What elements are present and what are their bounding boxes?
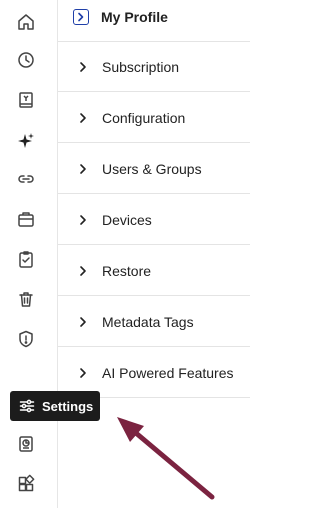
clipboard-check-icon[interactable] — [14, 247, 38, 271]
menu-item-my-profile[interactable]: My Profile — [58, 0, 250, 42]
menu-item-metadata-tags[interactable]: Metadata Tags — [58, 297, 250, 347]
menu-item-subscription[interactable]: Subscription — [58, 42, 250, 92]
settings-label: Settings — [42, 398, 94, 414]
chevron-right-icon — [73, 8, 89, 25]
apps-icon[interactable] — [14, 472, 38, 496]
menu-item-configuration[interactable]: Configuration — [58, 93, 250, 143]
briefcase-icon[interactable] — [14, 207, 38, 231]
menu-item-users-groups[interactable]: Users & Groups — [58, 144, 250, 194]
clock-icon[interactable] — [14, 48, 38, 72]
home-icon[interactable] — [14, 10, 38, 34]
menu-item-label: Restore — [102, 262, 152, 279]
menu-item-devices[interactable]: Devices — [58, 195, 250, 245]
chevron-right-icon — [77, 163, 89, 175]
trash-icon[interactable] — [14, 287, 38, 311]
chevron-right-icon — [77, 367, 89, 379]
shield-alert-icon[interactable] — [14, 327, 38, 351]
report-icon[interactable] — [14, 432, 38, 456]
menu-item-label: Users & Groups — [102, 160, 202, 177]
book-icon[interactable] — [14, 88, 38, 112]
menu-item-label: Metadata Tags — [102, 313, 194, 330]
sliders-icon — [18, 397, 36, 415]
menu-item-label: My Profile — [101, 8, 168, 25]
menu-item-restore[interactable]: Restore — [58, 246, 250, 296]
settings-tooltip[interactable]: Settings — [10, 391, 100, 421]
chevron-right-icon — [77, 112, 89, 124]
chevron-right-icon — [77, 61, 89, 73]
settings-menu: My Profile Subscription Configuration Us… — [58, 0, 250, 508]
menu-item-label: Configuration — [102, 109, 186, 126]
chevron-right-icon — [77, 214, 89, 226]
chevron-right-icon — [77, 316, 89, 328]
link-icon[interactable] — [14, 167, 38, 191]
menu-item-label: AI Powered Features — [102, 364, 234, 381]
menu-item-label: Subscription — [102, 58, 180, 75]
chevron-right-icon — [77, 265, 89, 277]
sparkle-icon[interactable] — [14, 129, 38, 153]
menu-item-label: Devices — [102, 211, 152, 228]
icon-rail — [0, 0, 58, 508]
